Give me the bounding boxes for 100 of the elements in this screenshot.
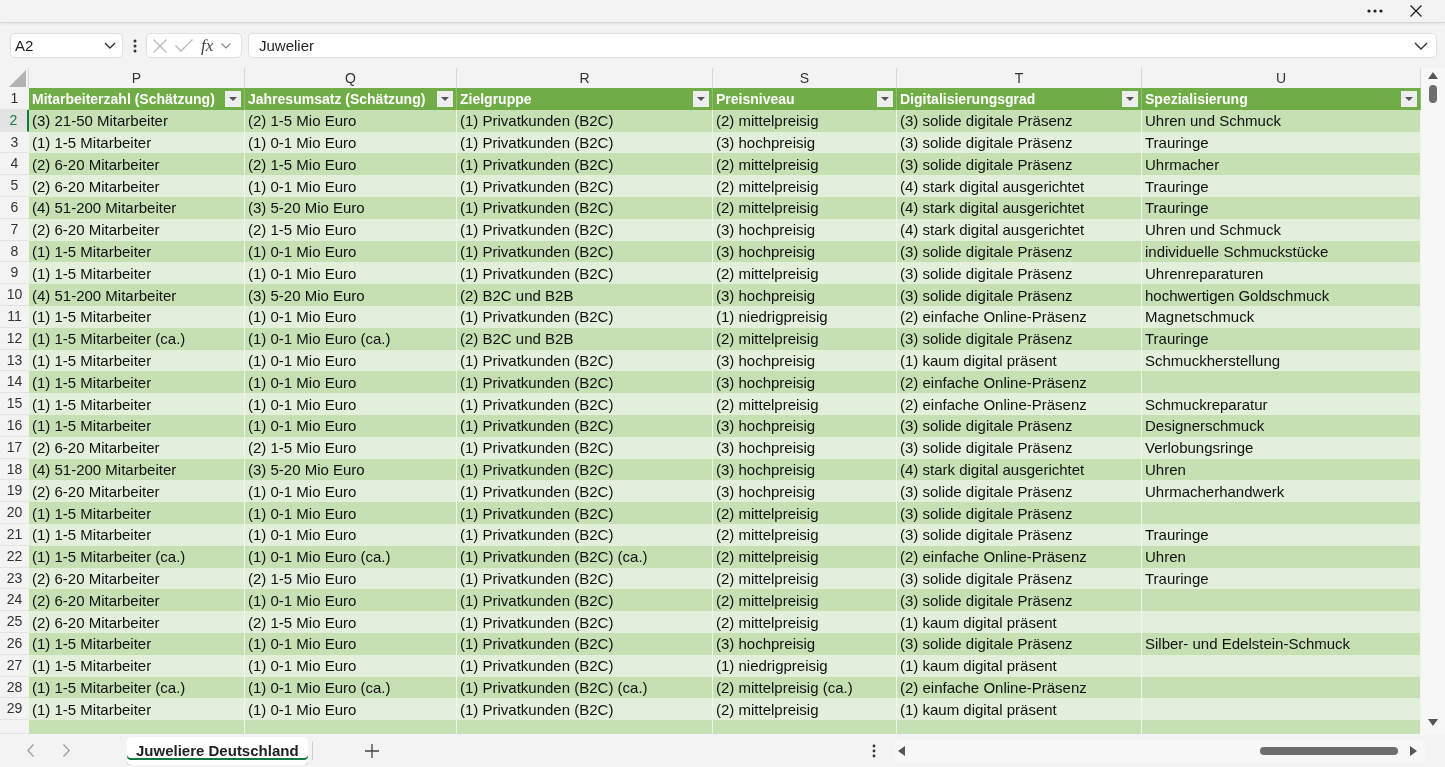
row-header[interactable]: 23 — [0, 567, 29, 590]
row-header[interactable]: 15 — [0, 393, 29, 415]
row-header[interactable]: 25 — [0, 611, 29, 633]
row-header[interactable]: 2 — [0, 109, 29, 132]
table-cell: (2) mittelpreisig — [713, 109, 897, 132]
table-cell: (1) 0-1 Mio Euro — [245, 523, 457, 546]
filter-dropdown-button[interactable] — [225, 90, 241, 107]
vertical-dots-icon[interactable] — [871, 743, 876, 758]
row-header[interactable]: 20 — [0, 502, 29, 524]
row-header[interactable]: 5 — [0, 175, 29, 197]
table-cell: (2) mittelpreisig — [713, 567, 897, 590]
table-cell: (3) solide digitale Präsenz — [897, 240, 1142, 263]
filter-dropdown-button[interactable] — [437, 90, 453, 107]
dropdown-triangle-icon — [1126, 96, 1134, 101]
row-header[interactable]: 21 — [0, 523, 29, 546]
row-header[interactable]: 1 — [0, 88, 29, 110]
table-cell: (3) 5-20 Mio Euro — [245, 458, 457, 481]
scrollbar-thumb[interactable] — [1429, 85, 1437, 103]
row-header[interactable]: 9 — [0, 262, 29, 285]
row-header[interactable]: 4 — [0, 153, 29, 176]
table-cell: Uhren — [1142, 458, 1421, 481]
table-cell: (3) solide digitale Präsenz — [897, 131, 1142, 154]
row-header[interactable]: 24 — [0, 589, 29, 612]
row-header[interactable]: 19 — [0, 480, 29, 503]
row-header[interactable]: 27 — [0, 654, 29, 677]
table-cell: (1) 0-1 Mio Euro (ca.) — [245, 676, 457, 699]
row-header[interactable]: 7 — [0, 218, 29, 241]
table-cell: (2) mittelpreisig — [713, 153, 897, 176]
expand-chevron-icon[interactable] — [1414, 41, 1428, 50]
table-cell: (3) solide digitale Präsenz — [897, 436, 1142, 459]
table-cell: Trauringe — [1142, 523, 1421, 546]
row-header[interactable]: 8 — [0, 240, 29, 263]
vertical-dots-icon[interactable] — [133, 38, 137, 53]
check-icon[interactable] — [175, 39, 193, 52]
row-header[interactable]: 12 — [0, 327, 29, 350]
table-cell: (1) Privatkunden (B2C) — [457, 523, 713, 546]
row-header[interactable]: 10 — [0, 284, 29, 306]
more-icon[interactable] — [1367, 9, 1383, 13]
table-cell: (1) 0-1 Mio Euro — [245, 480, 457, 503]
table-cell: (1) Privatkunden (B2C) (ca.) — [457, 545, 713, 568]
table-cell: (2) 6-20 Mitarbeiter — [29, 480, 245, 503]
row-header[interactable]: 11 — [0, 305, 29, 328]
table-cell: (1) 1-5 Mitarbeiter — [29, 654, 245, 677]
table-cell: (1) Privatkunden (B2C) — [457, 611, 713, 633]
table-cell: (1) 0-1 Mio Euro — [245, 414, 457, 437]
table-cell: (3) solide digitale Präsenz — [897, 632, 1142, 655]
row-header[interactable]: 17 — [0, 436, 29, 459]
table-cell: (3) solide digitale Präsenz — [897, 523, 1142, 546]
table-cell: (1) 1-5 Mitarbeiter — [29, 262, 245, 285]
table-cell: (1) Privatkunden (B2C) — [457, 632, 713, 655]
table-cell: (1) 0-1 Mio Euro — [245, 349, 457, 372]
table-cell: (3) solide digitale Präsenz — [897, 109, 1142, 132]
row-header[interactable]: 22 — [0, 545, 29, 568]
filter-dropdown-button[interactable] — [693, 90, 709, 107]
table-cell: (2) einfache Online-Präsenz — [897, 545, 1142, 568]
row-header[interactable]: 29 — [0, 698, 29, 721]
table-cell: (3) hochpreisig — [713, 632, 897, 655]
table-cell: (1) Privatkunden (B2C) — [457, 654, 713, 677]
close-icon[interactable] — [1410, 5, 1422, 17]
insert-function-button[interactable]: fx — [201, 35, 214, 56]
scroll-left-arrow-icon[interactable] — [897, 745, 905, 756]
row-header[interactable]: 16 — [0, 414, 29, 437]
row-header[interactable]: 26 — [0, 632, 29, 655]
table-cell: (1) 1-5 Mitarbeiter — [29, 131, 245, 154]
table-cell: (2) einfache Online-Präsenz — [897, 393, 1142, 415]
table-cell: (3) hochpreisig — [713, 371, 897, 394]
table-cell: Trauringe — [1142, 567, 1421, 590]
scrollbar-thumb[interactable] — [1259, 746, 1398, 755]
filter-dropdown-button[interactable] — [1401, 90, 1417, 107]
table-cell: (1) 0-1 Mio Euro — [245, 632, 457, 655]
table-cell: Verlobungsringe — [1142, 436, 1421, 459]
row-header[interactable]: 18 — [0, 458, 29, 481]
name-box[interactable]: A2 — [10, 33, 123, 58]
table-cell: (1) 0-1 Mio Euro — [245, 589, 457, 612]
table-cell: (1) kaum digital präsent — [897, 349, 1142, 372]
row-header[interactable]: 3 — [0, 131, 29, 154]
row-header[interactable]: 6 — [0, 197, 29, 219]
table-cell: (4) stark digital ausgerichtet — [897, 458, 1142, 481]
chevron-down-icon[interactable] — [221, 42, 232, 49]
table-cell: (2) 6-20 Mitarbeiter — [29, 153, 245, 176]
plus-icon[interactable] — [364, 743, 379, 758]
row-header[interactable]: 28 — [0, 676, 29, 699]
filter-dropdown-button[interactable] — [877, 90, 893, 107]
scroll-right-arrow-icon[interactable] — [1409, 745, 1417, 756]
dropdown-triangle-icon — [881, 96, 889, 101]
table-cell: (1) Privatkunden (B2C) — [457, 305, 713, 328]
scroll-up-arrow-icon[interactable] — [1428, 72, 1438, 79]
table-cell: (1) niedrigpreisig — [713, 654, 897, 677]
scroll-down-arrow-icon[interactable] — [1428, 719, 1438, 726]
formula-field[interactable]: Juwelier — [248, 33, 1437, 58]
row-header[interactable]: 13 — [0, 349, 29, 372]
table-cell: (1) 0-1 Mio Euro — [245, 393, 457, 415]
table-cell: (2) mittelpreisig — [713, 611, 897, 633]
table-cell: (4) 51-200 Mitarbeiter — [29, 458, 245, 481]
table-cell: (3) hochpreisig — [713, 284, 897, 306]
row-header[interactable]: 14 — [0, 371, 29, 394]
filter-dropdown-button[interactable] — [1122, 90, 1138, 107]
sheet-tab[interactable]: Juweliere Deutschland — [127, 736, 308, 765]
table-cell: (1) 1-5 Mitarbeiter — [29, 371, 245, 394]
table-cell: (1) kaum digital präsent — [897, 698, 1142, 721]
